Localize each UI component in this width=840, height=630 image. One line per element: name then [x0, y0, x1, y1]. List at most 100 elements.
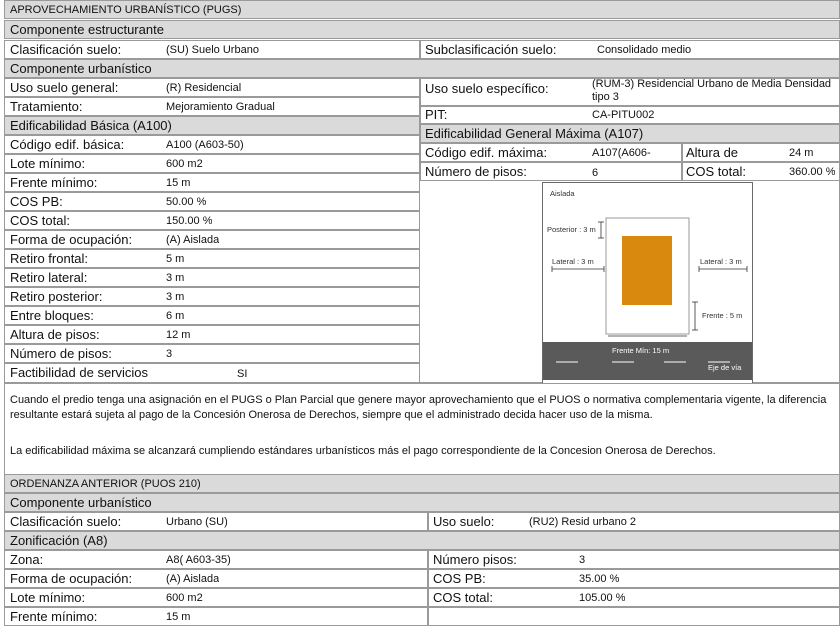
basica-row: Retiro frontal: 5 m — [4, 249, 420, 268]
pit-label: PIT: — [425, 107, 448, 122]
edif-maxima-header: Edificabilidad General Máxima (A107) — [420, 124, 840, 143]
puos-uso-label: Uso suelo: — [433, 514, 495, 529]
diagram-lateral-right-label: Lateral : 3 m — [700, 257, 742, 266]
zonificacion-row: Lote mínimo: 600 m2 — [4, 588, 428, 607]
pisos-maxima-label: Número de pisos: — [425, 164, 527, 179]
basica-row: Código edif. básica: A100 (A603-50) — [4, 135, 420, 154]
subclasificacion-label: Subclasificación suelo: — [425, 42, 557, 57]
zonificacion-row-label: Forma de ocupación: — [10, 571, 133, 586]
basica-row-label: Forma de ocupación: — [10, 232, 133, 247]
basica-row: Lote mínimo: 600 m2 — [4, 154, 420, 173]
uso-general-value: (R) Residencial — [166, 82, 242, 94]
basica-row-label: Altura de pisos: — [10, 327, 100, 342]
zonificacion-header: Zonificación (A8) — [4, 531, 840, 550]
puos-clasificacion-label: Clasificación suelo: — [10, 514, 122, 529]
zonificacion-right-label: COS PB: — [433, 571, 486, 586]
basica-row: Forma de ocupación: (A) Aislada — [4, 230, 420, 249]
uso-general-row: Uso suelo general: (R) Residencial — [4, 78, 420, 97]
basica-row-label: Frente mínimo: — [10, 175, 98, 190]
basica-row-value: 6 m — [166, 310, 185, 322]
cos-total-maxima-label: COS total: — [686, 164, 746, 179]
edif-basica-table: Código edif. básica: A100 (A603-50) Lote… — [4, 135, 420, 383]
zonificacion-row: Frente mínimo: 15 m — [4, 607, 428, 626]
edif-basica-header: Edificabilidad Básica (A100) — [4, 116, 420, 135]
note-concesion: Cuando el predio tenga una asignación en… — [10, 394, 827, 421]
building-footprint — [622, 236, 672, 305]
zonificacion-row-label: Lote mínimo: — [10, 590, 86, 605]
zonificacion-right-value: 105.00 % — [579, 592, 626, 604]
basica-row-label: Código edif. básica: — [10, 137, 125, 152]
basica-row-label: COS total: — [10, 213, 70, 228]
diagram-frente-min-label: Frente Mín: 15 m — [612, 346, 669, 355]
zonificacion-right-row: COS PB: 35.00 % — [428, 569, 840, 588]
zonificacion-right-value: 3 — [579, 554, 586, 566]
basica-row-value: 3 m — [166, 272, 185, 284]
basica-row: COS total: 150.00 % — [4, 211, 420, 230]
basica-row-value: A100 (A603-50) — [166, 139, 244, 151]
puos-uso-row: Uso suelo: (RU2) Resid urbano 2 — [428, 512, 840, 531]
zonificacion-row-label: Frente mínimo: — [10, 609, 98, 624]
basica-row-value: 3 m — [166, 291, 185, 303]
pit-value: CA-PITU002 — [592, 109, 655, 121]
uso-especifico-value: (RUM-3) Residencial Urbano de Media Dens… — [592, 78, 832, 103]
codigo-maxima-value: A107(A606- — [592, 147, 651, 159]
diagram-lateral-left-label: Lateral : 3 m — [552, 257, 594, 266]
tratamiento-value: Mejoramiento Gradual — [166, 101, 275, 113]
zonificacion-right-value: 35.00 % — [579, 573, 620, 585]
uso-general-label: Uso suelo general: — [10, 80, 119, 95]
diagram-aislada-label: Aislada — [550, 189, 575, 198]
diagram-eje-via-label: Eje de vía — [708, 363, 742, 372]
zonificacion-row-value: 600 m2 — [166, 592, 203, 604]
puos-componente-urbanistico-header: Componente urbanístico — [4, 493, 840, 512]
altura-row: Altura de 24 m — [682, 143, 840, 162]
tratamiento-row: Tratamiento: Mejoramiento Gradual — [4, 97, 420, 116]
basica-row: Retiro lateral: 3 m — [4, 268, 420, 287]
basica-row-label: Entre bloques: — [10, 308, 94, 323]
puos-uso-value: (RU2) Resid urbano 2 — [529, 516, 636, 528]
puos-clasificacion-value: Urbano (SU) — [166, 516, 228, 528]
clasificacion-label: Clasificación suelo: — [10, 42, 122, 57]
basica-row-value: 50.00 % — [166, 196, 207, 208]
componente-estructurante-header: Componente estructurante — [4, 20, 840, 39]
zonificacion-row-value: A8( A603-35) — [166, 554, 231, 566]
basica-row: Entre bloques: 6 m — [4, 306, 420, 325]
clasificacion-row: Clasificación suelo: (SU) Suelo Urbano — [4, 40, 420, 59]
basica-row: Factibilidad de servicios SI — [4, 363, 420, 383]
altura-value: 24 m — [789, 147, 814, 159]
basica-row-value: (A) Aislada — [166, 234, 220, 246]
clasificacion-value: (SU) Suelo Urbano — [166, 44, 259, 56]
basica-row-value: 12 m — [166, 329, 191, 341]
zonificacion-row: Forma de ocupación: (A) Aislada — [4, 569, 428, 588]
uso-especifico-label: Uso suelo específico: — [425, 81, 549, 96]
zonificacion-row-value: (A) Aislada — [166, 573, 220, 585]
zonificacion-right-row: Número pisos: 3 — [428, 550, 840, 569]
pugs-section-title: APROVECHAMIENTO URBANÍSTICO (PUGS) — [4, 0, 840, 19]
componente-urbanistico-header: Componente urbanístico — [4, 59, 840, 78]
uso-especifico-row: Uso suelo específico: (RUM-3) Residencia… — [420, 78, 840, 106]
cos-total-maxima-row: COS total: 360.00 % — [682, 162, 840, 181]
notes-box: Cuando el predio tenga una asignación en… — [4, 383, 840, 475]
basica-row-label: Retiro posterior: — [10, 289, 103, 304]
basica-row-value: 600 m2 — [166, 158, 203, 170]
cos-total-maxima-value: 360.00 % — [789, 166, 836, 178]
zonificacion-right-label: COS total: — [433, 590, 493, 605]
basica-row: Retiro posterior: 3 m — [4, 287, 420, 306]
basica-row-label: Lote mínimo: — [10, 156, 86, 171]
basica-row: Número de pisos: 3 — [4, 344, 420, 363]
pit-row: PIT: CA-PITU002 — [420, 106, 840, 124]
zonificacion-right-label: Número pisos: — [433, 552, 517, 567]
zonificacion-row-value: 15 m — [166, 611, 191, 623]
basica-row-label: COS PB: — [10, 194, 63, 209]
tratamiento-label: Tratamiento: — [10, 99, 83, 114]
zonificacion-row-label: Zona: — [10, 552, 44, 567]
basica-row: Altura de pisos: 12 m — [4, 325, 420, 344]
basica-row: COS PB: 50.00 % — [4, 192, 420, 211]
codigo-maxima-label: Código edif. máxima: — [425, 145, 548, 160]
basica-row-label: Retiro lateral: — [10, 270, 88, 285]
basica-row-value: SI — [237, 368, 248, 380]
zonificacion-right-row: COS total: 105.00 % — [428, 588, 840, 607]
basica-row-value: 5 m — [166, 253, 185, 265]
note-edificabilidad-maxima: La edificabilidad máxima se alcanzará cu… — [10, 445, 716, 457]
subclasificacion-row: Subclasificación suelo: Consolidado medi… — [420, 40, 840, 59]
subclasificacion-value: Consolidado medio — [597, 44, 692, 56]
